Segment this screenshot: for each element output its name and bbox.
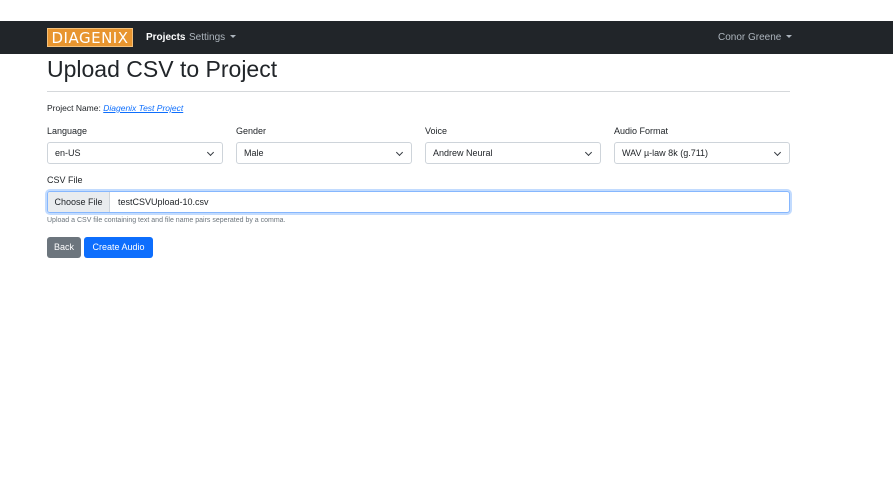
nav-settings-dropdown[interactable]: Settings [189, 31, 237, 44]
language-select-value: en-US [55, 148, 81, 158]
user-name-label: Conor Greene [718, 32, 782, 43]
project-name-row: Project Name: Diagenix Test Project [47, 103, 183, 113]
chevron-down-icon [206, 148, 215, 157]
top-navbar: DIAGENIX Projects Settings Conor Greene [0, 21, 893, 54]
back-button[interactable]: Back [47, 237, 81, 258]
user-menu-dropdown[interactable]: Conor Greene [718, 31, 793, 44]
caret-down-icon [786, 35, 793, 38]
title-divider [47, 91, 790, 92]
chevron-down-icon [773, 148, 782, 157]
voice-label: Voice [425, 126, 448, 136]
create-audio-button[interactable]: Create Audio [84, 237, 153, 258]
project-name-label: Project Name: [47, 103, 101, 113]
gender-select[interactable]: Male [236, 142, 412, 164]
page-title: Upload CSV to Project [47, 56, 278, 82]
audio-format-select-value: WAV µ-law 8k (g.711) [622, 148, 709, 158]
caret-down-icon [230, 35, 237, 38]
language-label: Language [47, 126, 88, 136]
chevron-down-icon [395, 148, 404, 157]
selected-file-name: testCSVUpload-10.csv [118, 197, 209, 207]
audio-format-select[interactable]: WAV µ-law 8k (g.711) [614, 142, 790, 164]
gender-select-value: Male [244, 148, 264, 158]
choose-file-button[interactable]: Choose File [48, 192, 110, 212]
project-name-link[interactable]: Diagenix Test Project [103, 103, 183, 113]
csv-help-text: Upload a CSV file containing text and fi… [47, 217, 286, 224]
voice-select[interactable]: Andrew Neural [425, 142, 601, 164]
csv-file-label: CSV File [47, 175, 83, 185]
nav-settings-label: Settings [189, 32, 226, 43]
csv-file-input[interactable]: Choose File testCSVUpload-10.csv [47, 191, 790, 213]
gender-label: Gender [236, 126, 267, 136]
language-select[interactable]: en-US [47, 142, 223, 164]
chevron-down-icon [584, 148, 593, 157]
diagenix-logo[interactable]: DIAGENIX [47, 28, 133, 47]
audio-format-label: Audio Format [614, 126, 669, 136]
nav-projects-link[interactable]: Projects [146, 31, 185, 44]
voice-select-value: Andrew Neural [433, 148, 493, 158]
